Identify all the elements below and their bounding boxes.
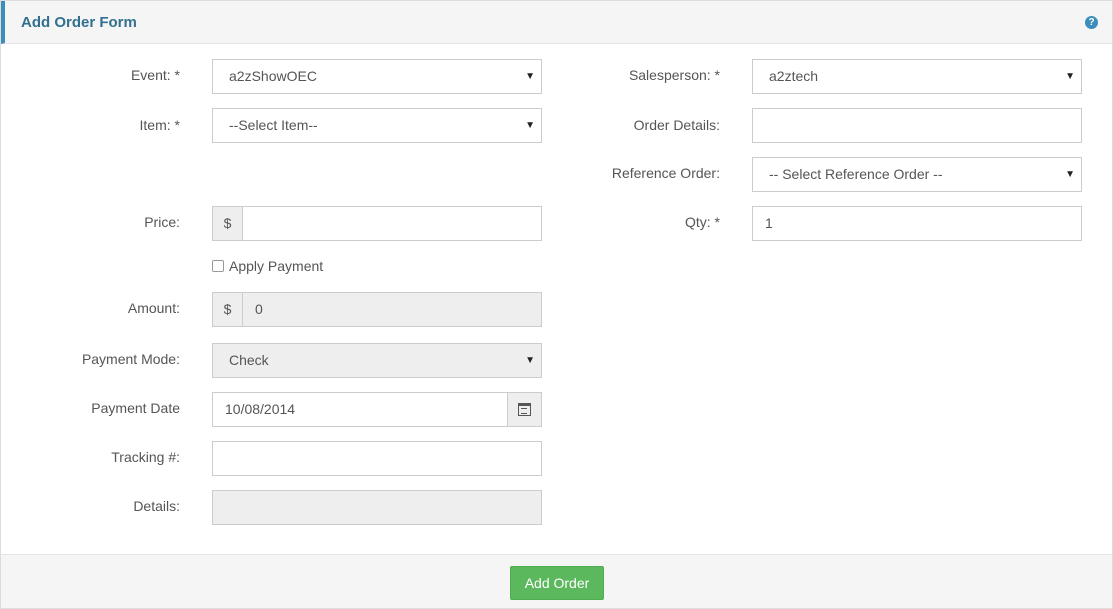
chevron-down-icon: ▼ [525,120,535,131]
apply-payment-label: Apply Payment [229,258,324,274]
amount-label: Amount: [127,300,180,316]
salesperson-select[interactable]: a2ztech ▼ [752,59,1082,94]
tracking-input[interactable] [212,441,542,476]
payment-mode-select: Check ▼ [212,343,542,378]
event-select[interactable]: a2zShowOEC ▼ [212,59,542,94]
reference-order-label: Reference Order: [611,165,720,181]
price-label: Price: [144,214,180,230]
order-details-input[interactable] [752,108,1082,143]
qty-label: Qty: * [684,214,720,230]
payment-mode-label: Payment Mode: [81,351,180,367]
payment-date-input[interactable]: 10/08/2014 [212,392,508,427]
item-label: Item: * [139,117,180,133]
amount-currency-addon: $ [212,292,243,327]
payment-mode-value: Check [229,352,269,368]
order-details-label: Order Details: [633,117,720,133]
question-circle-icon[interactable]: ? [1085,16,1098,29]
chevron-down-icon: ▼ [1065,169,1075,180]
price-input[interactable] [242,206,542,241]
tracking-label: Tracking #: [111,449,180,465]
reference-order-value: -- Select Reference Order -- [769,166,943,182]
calendar-icon [518,403,531,416]
item-select[interactable]: --Select Item-- ▼ [212,108,542,143]
qty-input[interactable]: 1 [752,206,1082,241]
add-order-button[interactable]: Add Order [510,566,604,600]
chevron-down-icon: ▼ [1065,71,1075,82]
chevron-down-icon: ▼ [525,71,535,82]
panel-title: Add Order Form [21,14,137,31]
salesperson-label: Salesperson: * [628,67,720,83]
salesperson-value: a2ztech [769,68,819,84]
amount-input: 0 [242,292,542,327]
event-label: Event: * [130,67,180,83]
item-select-value: --Select Item-- [229,117,318,133]
details-label: Details: [133,498,180,514]
price-currency-addon: $ [212,206,243,241]
reference-order-select[interactable]: -- Select Reference Order -- ▼ [752,157,1082,192]
event-select-value: a2zShowOEC [229,68,317,84]
details-input [212,490,542,525]
panel-footer: Add Order [1,554,1112,608]
chevron-down-icon: ▼ [525,355,535,366]
panel-header: Add Order Form ? [1,1,1112,44]
payment-date-label: Payment Date [91,400,180,416]
add-order-panel: Add Order Form ? Event: * a2zShowOEC ▼ I… [0,0,1113,609]
calendar-button[interactable] [507,392,542,427]
apply-payment-checkbox[interactable] [212,260,224,272]
